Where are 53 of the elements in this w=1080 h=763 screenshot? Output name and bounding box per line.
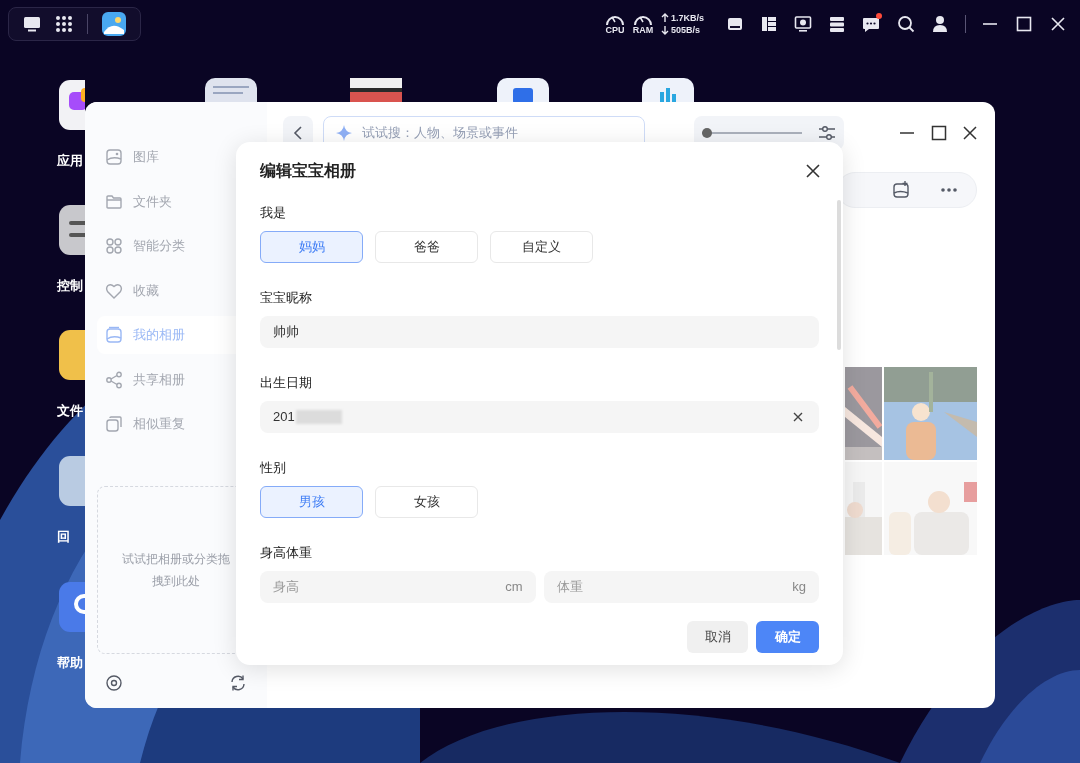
app-icon[interactable]	[497, 78, 549, 104]
app-icon[interactable]	[59, 205, 85, 255]
app-icon[interactable]	[205, 78, 257, 104]
gauge-label: CPU	[604, 26, 626, 35]
input-field[interactable]: 帅帅	[260, 316, 819, 348]
app-icon[interactable]	[350, 78, 402, 104]
sidebar-item[interactable]: 智能分类	[97, 227, 255, 265]
app-icon[interactable]	[642, 78, 694, 104]
unit-label: kg	[792, 578, 806, 597]
app-icon[interactable]	[59, 80, 85, 130]
layout-icon[interactable]	[760, 15, 778, 33]
grid-icon	[105, 237, 123, 255]
drive-icon[interactable]	[726, 15, 744, 33]
folder-icon	[105, 192, 123, 211]
measurement-field[interactable]: 体重 kg	[543, 571, 819, 603]
close-icon[interactable]	[806, 164, 820, 178]
cancel-button[interactable]: 取消	[687, 621, 748, 653]
option-button[interactable]: 自定义	[490, 231, 593, 263]
option-button[interactable]: 妈妈	[260, 231, 363, 263]
apps-grid-icon[interactable]	[55, 15, 73, 33]
clear-icon[interactable]	[793, 412, 803, 422]
sidebar-item[interactable]: 图库	[97, 138, 255, 176]
gauge-label: RAM	[631, 26, 655, 35]
text-input[interactable]: 体重	[556, 577, 793, 597]
sidebar-item[interactable]: 文件夹	[97, 182, 255, 221]
filter-sliders-icon[interactable]	[818, 124, 836, 142]
photos-app-icon[interactable]	[102, 12, 126, 36]
network-speed: 505B/s	[670, 25, 700, 35]
confirm-button[interactable]: 确定	[756, 621, 819, 653]
slider-thumb[interactable]	[702, 128, 712, 138]
user-icon[interactable]	[931, 15, 949, 33]
close-icon[interactable]	[963, 126, 977, 140]
monitor-icon[interactable]	[23, 16, 41, 32]
search-icon[interactable]	[897, 15, 915, 33]
chevron-left-icon	[293, 126, 303, 140]
unit-label: cm	[505, 578, 523, 597]
field-label: 我是	[260, 204, 287, 222]
image-add-icon[interactable]	[892, 181, 910, 199]
image-icon	[105, 148, 123, 166]
sparkle-icon	[336, 125, 352, 141]
upload-arrow-icon	[660, 13, 669, 23]
network-speed: 1.7KB/s	[670, 13, 704, 23]
search-input[interactable]: 试试搜：人物、场景或事件	[362, 123, 632, 143]
chat-icon[interactable]	[862, 17, 880, 33]
more-icon[interactable]	[940, 187, 958, 193]
scrollbar[interactable]	[837, 200, 841, 350]
server-icon[interactable]	[828, 15, 846, 33]
option-button[interactable]: 爸爸	[375, 231, 478, 263]
dialog-title: 编辑宝宝相册	[260, 161, 356, 181]
monitor-globe-icon[interactable]	[794, 15, 812, 33]
app-label: 应用	[57, 152, 83, 170]
maximize-icon[interactable]	[931, 125, 947, 141]
download-arrow-icon	[660, 25, 669, 35]
